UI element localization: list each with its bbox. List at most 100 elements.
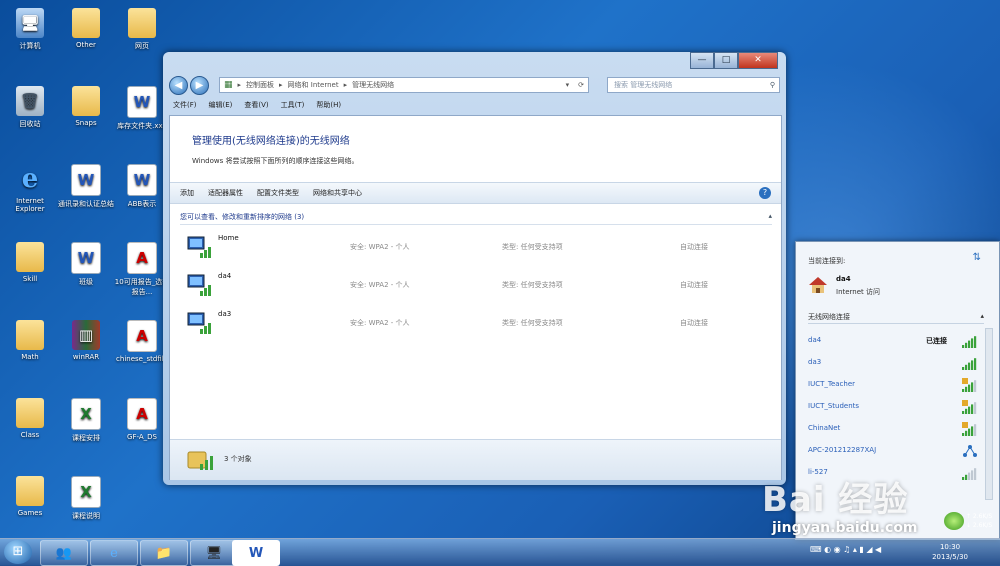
dropdown-icon[interactable]: ▾ — [566, 81, 570, 89]
network-speed-icon — [944, 512, 964, 530]
wifi-name: da4 — [808, 336, 822, 344]
desktop-icon[interactable]: W 通讯录和认证总结 — [58, 164, 114, 209]
breadcrumb-separator-icon: ▸ — [279, 81, 283, 89]
control-panel-icon: ▦ — [224, 80, 233, 90]
network-row[interactable]: Home 安全: WPA2 - 个人 类型: 任何受支持项 自动连接 — [180, 232, 772, 266]
wifi-item[interactable]: IUCT_Teacher — [806, 376, 978, 394]
breadcrumb-item[interactable]: 网络和 Internet — [288, 80, 339, 90]
desktop-icon[interactable]: Other — [58, 8, 114, 49]
wifi-name: IUCT_Students — [808, 402, 860, 410]
refresh-icon[interactable]: ⟳ — [574, 81, 588, 89]
taskbar-app-explorer[interactable]: 📁 — [140, 540, 188, 566]
network-row[interactable]: da4 安全: WPA2 - 个人 类型: 任何受支持项 自动连接 — [180, 270, 772, 304]
refresh-icon[interactable]: ⇅ — [973, 252, 981, 263]
desktop-icon[interactable]: 🖥 计算机 — [2, 8, 58, 51]
taskbar-app-users[interactable]: 👥 — [40, 540, 88, 566]
folder-icon — [72, 86, 100, 116]
wireless-network-icon — [187, 274, 211, 296]
desktop-icon-label: 通讯录和认证总结 — [58, 200, 114, 208]
wifi-item[interactable]: APC-201212287XAJ — [806, 442, 978, 460]
desktop-icon[interactable]: W 库存文件夹.xxx — [114, 86, 170, 131]
menu-edit[interactable]: 编辑(E) — [209, 100, 233, 114]
network-group-header[interactable]: 您可以查看、修改和重新排序的网络 (3) ▴ — [180, 212, 772, 225]
desktop-icon[interactable]: Snaps — [58, 86, 114, 127]
collapse-icon[interactable]: ▴ — [768, 212, 772, 220]
search-icon[interactable]: ⚲ — [770, 78, 775, 92]
desktop-icon[interactable]: 🗑 回收站 — [2, 86, 58, 129]
wifi-item[interactable]: da4 已连接 — [806, 332, 978, 350]
desktop-icon[interactable]: W ABB表示 — [114, 164, 170, 209]
clock[interactable]: 10:30 2013/5/30 — [932, 542, 968, 562]
wireless-section-header[interactable]: 无线网络连接 ▴ — [808, 312, 984, 324]
desktop-icon[interactable]: A 10可用报告_选举报告... — [114, 242, 170, 297]
network-sharing-center-button[interactable]: 网络和共享中心 — [313, 188, 362, 198]
network-auto: 自动连接 — [680, 243, 708, 251]
house-network-icon — [809, 277, 827, 293]
search-input[interactable]: 搜索 管理无线网络 ⚲ — [607, 77, 780, 93]
desktop-icon[interactable]: Math — [2, 320, 58, 361]
breadcrumb-separator-icon: ▸ — [343, 81, 348, 89]
page-title: 管理使用(无线网络连接)的无线网络 — [192, 136, 350, 147]
desktop-icon-label: 网页 — [135, 42, 149, 50]
network-name: da4 — [218, 272, 232, 280]
network-speed: ↑ 2.6K/S ↓ 2.6K/S — [966, 512, 992, 530]
desktop-icon[interactable]: ▥ winRAR — [58, 320, 114, 361]
desktop-icon[interactable]: W 班级 — [58, 242, 114, 287]
back-button[interactable]: ◀ — [169, 76, 188, 95]
profile-types-button[interactable]: 配置文件类型 — [257, 188, 299, 198]
wifi-item[interactable]: ChinaNet — [806, 420, 978, 438]
signal-strength-icon — [962, 468, 977, 480]
signal-strength-icon — [962, 422, 977, 436]
breadcrumb-item[interactable]: 控制面板 — [246, 80, 274, 90]
network-name: Home — [218, 234, 239, 242]
currently-connected-label: 当前连接到: — [808, 257, 846, 265]
system-tray[interactable]: ⌨ ◐ ◉ ♫ ▴ ▮ ◢ ◀ — [810, 545, 881, 554]
add-button[interactable]: 添加 — [180, 188, 194, 198]
breadcrumb-item[interactable]: 管理无线网络 — [352, 80, 394, 90]
breadcrumb-separator-icon: ▸ — [237, 81, 242, 89]
nav-buttons: ◀ ▶ — [169, 76, 209, 95]
network-name: da3 — [218, 310, 232, 318]
adapter-properties-button[interactable]: 适配器属性 — [208, 188, 243, 198]
forward-button[interactable]: ▶ — [190, 76, 209, 95]
desktop-icon[interactable]: X 课程安排 — [58, 398, 114, 443]
pc-icon: 🖥 — [16, 8, 44, 38]
desktop-icon[interactable]: A GF-A_DS — [114, 398, 170, 441]
taskbar-app-word[interactable]: W — [232, 540, 280, 566]
maximize-button[interactable]: □ — [714, 52, 738, 69]
scrollbar[interactable] — [985, 328, 993, 500]
download-speed: ↓ 2.6K/S — [966, 522, 993, 529]
network-row[interactable]: da3 安全: WPA2 - 个人 类型: 任何受支持项 自动连接 — [180, 308, 772, 342]
connected-network-name: da4 — [836, 275, 851, 283]
collapse-icon[interactable]: ▴ — [980, 312, 984, 320]
wifi-item[interactable]: IUCT_Students — [806, 398, 978, 416]
desktop-icon-label: 课程安排 — [72, 434, 100, 442]
breadcrumb[interactable]: ▦ ▸ 控制面板 ▸ 网络和 Internet ▸ 管理无线网络 ▾ ⟳ — [219, 77, 589, 93]
close-button[interactable]: ✕ — [738, 52, 778, 69]
desktop-icon[interactable]: X 课程说明 — [58, 476, 114, 521]
menu-view[interactable]: 查看(V) — [244, 100, 268, 114]
taskbar-app-control-panel[interactable]: 🖥 — [190, 540, 238, 566]
wifi-item[interactable]: da3 — [806, 354, 978, 372]
pdf-icon: A — [127, 398, 157, 430]
start-button[interactable]: ⊞ — [4, 540, 32, 564]
desktop-icon-label: 计算机 — [19, 42, 41, 50]
desktop-icon[interactable]: Games — [2, 476, 58, 517]
network-auto: 自动连接 — [680, 319, 708, 327]
clock-date: 2013/5/30 — [932, 553, 968, 561]
xls-icon: X — [71, 476, 101, 508]
folder-icon — [16, 242, 44, 272]
menu-help[interactable]: 帮助(H) — [316, 100, 341, 114]
minimize-button[interactable]: — — [690, 52, 714, 69]
taskbar-app-ie[interactable]: e — [90, 540, 138, 566]
desktop-icon[interactable]: Achinese_stdfile — [114, 320, 170, 363]
desktop-icon[interactable]: Class — [2, 398, 58, 439]
menu-file[interactable]: 文件(F) — [173, 100, 197, 114]
desktop-icon[interactable]: e Internet Explorer — [2, 164, 58, 213]
network-security: 安全: WPA2 - 个人 — [350, 319, 410, 327]
desktop-icon[interactable]: Skill — [2, 242, 58, 283]
desktop-icon-label: ABB表示 — [127, 200, 157, 208]
help-icon[interactable]: ? — [759, 187, 771, 199]
menu-tools[interactable]: 工具(T) — [281, 100, 305, 114]
desktop-icon[interactable]: 网页 — [114, 8, 170, 51]
